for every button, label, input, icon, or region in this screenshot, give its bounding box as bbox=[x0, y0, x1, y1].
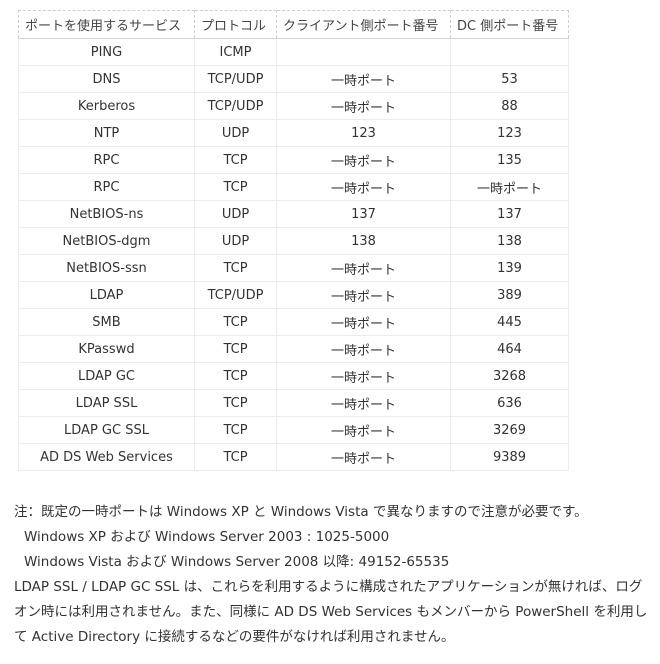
cell-service: LDAP SSL bbox=[18, 389, 195, 417]
cell-dc-port: 88 bbox=[450, 92, 569, 120]
cell-service: LDAP GC SSL bbox=[18, 416, 195, 444]
cell-client-port: 一時ポート bbox=[276, 65, 451, 93]
cell-client-port: 一時ポート bbox=[276, 92, 451, 120]
cell-protocol: TCP bbox=[194, 308, 277, 336]
cell-protocol: ICMP bbox=[194, 38, 277, 66]
notes-section: 注：既定の一時ポートは Windows XP と Windows Vista で… bbox=[14, 500, 650, 650]
cell-client-port: 一時ポート bbox=[276, 443, 451, 471]
cell-client-port: 一時ポート bbox=[276, 281, 451, 309]
cell-dc-port: 9389 bbox=[450, 443, 569, 471]
table-header: ポートを使用するサービス プロトコル クライアント側ポート番号 DC 側ポート番… bbox=[18, 10, 569, 39]
table-row: LDAP GC TCP 一時ポート 3268 bbox=[18, 362, 569, 390]
cell-service: PING bbox=[18, 38, 195, 66]
cell-dc-port: 123 bbox=[450, 119, 569, 147]
cell-dc-port: 636 bbox=[450, 389, 569, 417]
note-paragraph: LDAP SSL / LDAP GC SSL は、これらを利用するように構成され… bbox=[14, 579, 648, 645]
cell-client-port: 123 bbox=[276, 119, 451, 147]
cell-protocol: TCP bbox=[194, 254, 277, 282]
table-row: NetBIOS-dgm UDP 138 138 bbox=[18, 227, 569, 255]
table-row: SMB TCP 一時ポート 445 bbox=[18, 308, 569, 336]
cell-dc-port bbox=[450, 38, 569, 66]
note-line-3: Windows Vista および Windows Server 2008 以降… bbox=[24, 554, 450, 570]
cell-client-port: 一時ポート bbox=[276, 416, 451, 444]
cell-protocol: UDP bbox=[194, 227, 277, 255]
port-table: ポートを使用するサービス プロトコル クライアント側ポート番号 DC 側ポート番… bbox=[18, 10, 569, 471]
table-row: LDAP GC SSL TCP 一時ポート 3269 bbox=[18, 416, 569, 444]
header-service: ポートを使用するサービス bbox=[18, 10, 195, 39]
cell-service: NetBIOS-dgm bbox=[18, 227, 195, 255]
cell-protocol: TCP bbox=[194, 389, 277, 417]
table-row: KPasswd TCP 一時ポート 464 bbox=[18, 335, 569, 363]
cell-service: NetBIOS-ns bbox=[18, 200, 195, 228]
cell-protocol: TCP/UDP bbox=[194, 281, 277, 309]
table-row: RPC TCP 一時ポート 135 bbox=[18, 146, 569, 174]
cell-dc-port: 3269 bbox=[450, 416, 569, 444]
cell-client-port: 一時ポート bbox=[276, 362, 451, 390]
cell-service: Kerberos bbox=[18, 92, 195, 120]
cell-protocol: TCP bbox=[194, 443, 277, 471]
cell-service: RPC bbox=[18, 173, 195, 201]
cell-service: AD DS Web Services bbox=[18, 443, 195, 471]
cell-client-port: 一時ポート bbox=[276, 254, 451, 282]
cell-protocol: UDP bbox=[194, 200, 277, 228]
cell-client-port: 一時ポート bbox=[276, 389, 451, 417]
cell-protocol: TCP/UDP bbox=[194, 92, 277, 120]
cell-dc-port: 135 bbox=[450, 146, 569, 174]
header-dc-port: DC 側ポート番号 bbox=[450, 10, 569, 39]
cell-protocol: UDP bbox=[194, 119, 277, 147]
cell-client-port: 138 bbox=[276, 227, 451, 255]
cell-dc-port: 53 bbox=[450, 65, 569, 93]
cell-service: LDAP GC bbox=[18, 362, 195, 390]
cell-client-port: 一時ポート bbox=[276, 335, 451, 363]
cell-service: NetBIOS-ssn bbox=[18, 254, 195, 282]
table-header-row: ポートを使用するサービス プロトコル クライアント側ポート番号 DC 側ポート番… bbox=[18, 10, 569, 39]
table-row: NTP UDP 123 123 bbox=[18, 119, 569, 147]
cell-protocol: TCP bbox=[194, 173, 277, 201]
cell-protocol: TCP bbox=[194, 416, 277, 444]
cell-dc-port: 464 bbox=[450, 335, 569, 363]
cell-dc-port: 389 bbox=[450, 281, 569, 309]
cell-service: LDAP bbox=[18, 281, 195, 309]
note-line-2: Windows XP および Windows Server 2003 : 102… bbox=[24, 529, 390, 545]
cell-client-port: 一時ポート bbox=[276, 308, 451, 336]
cell-service: DNS bbox=[18, 65, 195, 93]
cell-dc-port: 137 bbox=[450, 200, 569, 228]
table-row: NetBIOS-ns UDP 137 137 bbox=[18, 200, 569, 228]
cell-dc-port: 139 bbox=[450, 254, 569, 282]
table-row: NetBIOS-ssn TCP 一時ポート 139 bbox=[18, 254, 569, 282]
table-row: LDAP TCP/UDP 一時ポート 389 bbox=[18, 281, 569, 309]
cell-dc-port: 138 bbox=[450, 227, 569, 255]
cell-dc-port: 3268 bbox=[450, 362, 569, 390]
header-protocol: プロトコル bbox=[194, 10, 277, 39]
cell-protocol: TCP/UDP bbox=[194, 65, 277, 93]
note-line-1: 注：既定の一時ポートは Windows XP と Windows Vista で… bbox=[14, 504, 588, 520]
cell-client-port: 一時ポート bbox=[276, 146, 451, 174]
table-row: RPC TCP 一時ポート 一時ポート bbox=[18, 173, 569, 201]
cell-service: NTP bbox=[18, 119, 195, 147]
cell-service: SMB bbox=[18, 308, 195, 336]
cell-dc-port: 一時ポート bbox=[450, 173, 569, 201]
cell-client-port bbox=[276, 38, 451, 66]
table-row: AD DS Web Services TCP 一時ポート 9389 bbox=[18, 443, 569, 471]
table-row: Kerberos TCP/UDP 一時ポート 88 bbox=[18, 92, 569, 120]
header-client-port: クライアント側ポート番号 bbox=[276, 10, 451, 39]
table-row: PING ICMP bbox=[18, 38, 569, 66]
cell-protocol: TCP bbox=[194, 362, 277, 390]
table-body: PING ICMP DNS TCP/UDP 一時ポート 53 Kerberos TCP/UDP… bbox=[18, 38, 569, 471]
cell-protocol: TCP bbox=[194, 146, 277, 174]
cell-client-port: 一時ポート bbox=[276, 173, 451, 201]
cell-dc-port: 445 bbox=[450, 308, 569, 336]
cell-client-port: 137 bbox=[276, 200, 451, 228]
cell-service: RPC bbox=[18, 146, 195, 174]
cell-service: KPasswd bbox=[18, 335, 195, 363]
table-row: DNS TCP/UDP 一時ポート 53 bbox=[18, 65, 569, 93]
cell-protocol: TCP bbox=[194, 335, 277, 363]
table-row: LDAP SSL TCP 一時ポート 636 bbox=[18, 389, 569, 417]
